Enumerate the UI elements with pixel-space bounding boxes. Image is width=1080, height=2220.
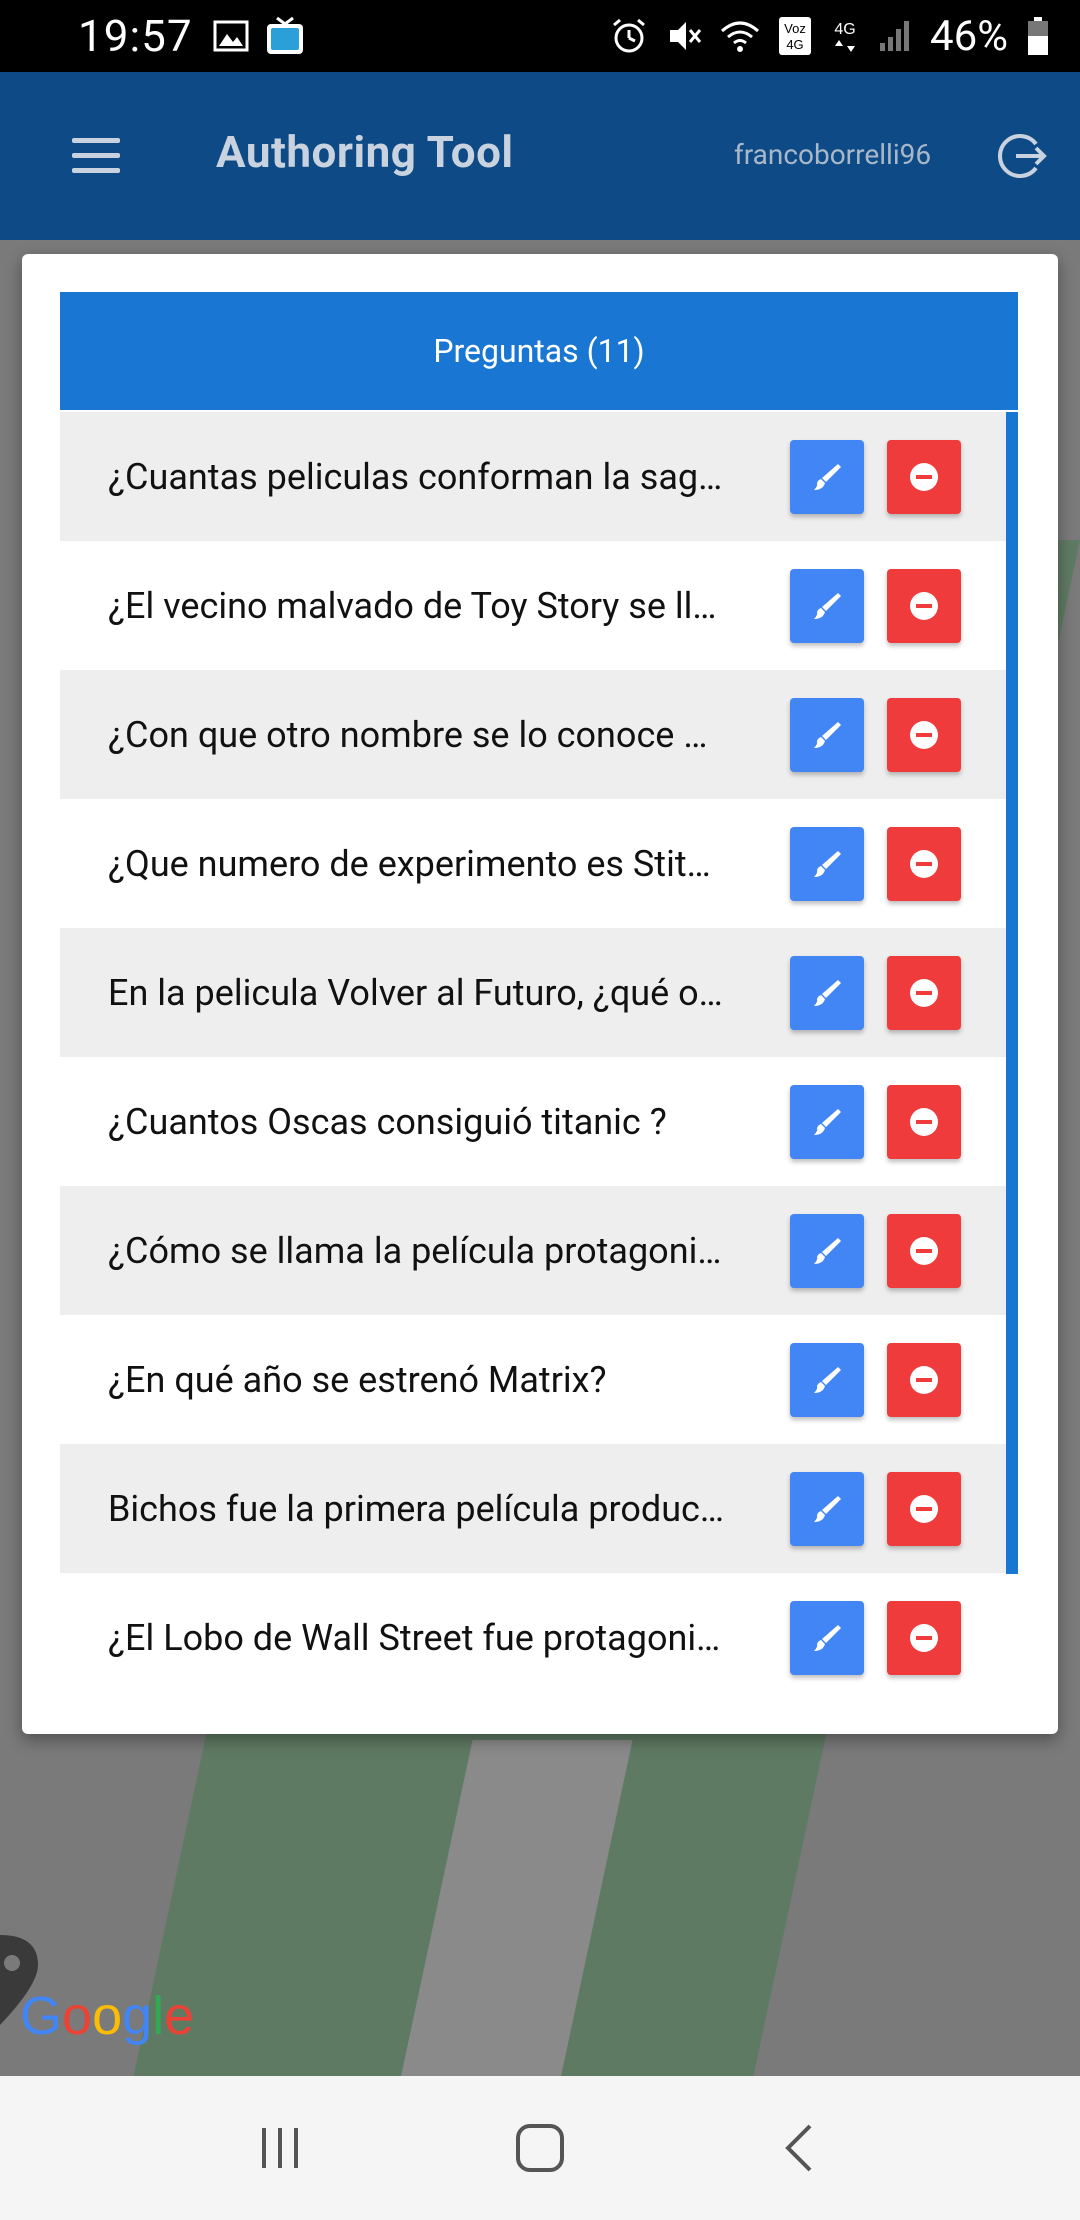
question-row[interactable]: ¿El Lobo de Wall Street fue protagoni… <box>60 1573 1006 1702</box>
question-text: En la pelicula Volver al Futuro, ¿qué o… <box>108 971 723 1014</box>
question-row[interactable]: ¿Cuantos Oscas consiguió titanic ? <box>60 1057 1006 1186</box>
delete-question-button[interactable] <box>887 1471 961 1546</box>
tv-app-icon <box>266 16 303 54</box>
app-bar: Authoring Tool francoborrelli96 <box>0 72 1080 240</box>
question-text: ¿En qué año se estrenó Matrix? <box>108 1358 607 1401</box>
google-logo: Google <box>20 1986 195 2046</box>
remove-circle-icon <box>910 1494 938 1523</box>
delete-question-button[interactable] <box>887 826 961 901</box>
brush-icon <box>814 463 841 490</box>
edit-question-button[interactable] <box>790 1342 864 1417</box>
battery-percent: 46% <box>930 11 1008 61</box>
app-title: Authoring Tool <box>216 126 514 178</box>
remove-circle-icon <box>910 720 938 749</box>
question-text: ¿Cómo se llama la película protagoni… <box>108 1229 722 1272</box>
volte-icon: Voz 4G <box>779 17 812 55</box>
question-row[interactable]: ¿En qué año se estrenó Matrix? <box>60 1315 1006 1444</box>
delete-question-button[interactable] <box>887 1084 961 1159</box>
delete-question-button[interactable] <box>887 568 961 643</box>
remove-circle-icon <box>910 1107 938 1136</box>
remove-circle-icon <box>910 1623 938 1652</box>
question-row[interactable]: ¿El vecino malvado de Toy Story se ll… <box>60 541 1006 670</box>
question-text: Bichos fue la primera película produc… <box>108 1487 724 1530</box>
status-bar: 19:57 Voz 4G 4G 46% <box>0 0 1080 72</box>
menu-icon[interactable] <box>72 138 120 174</box>
question-row[interactable]: En la pelicula Volver al Futuro, ¿qué o… <box>60 928 1006 1057</box>
delete-question-button[interactable] <box>887 1342 961 1417</box>
remove-circle-icon <box>910 462 938 491</box>
question-text: ¿Que numero de experimento es Stit… <box>108 842 711 885</box>
question-row[interactable]: ¿Cómo se llama la película protagoni… <box>60 1186 1006 1315</box>
edit-question-button[interactable] <box>790 826 864 901</box>
svg-text:4G: 4G <box>834 21 855 38</box>
delete-question-button[interactable] <box>887 1213 961 1288</box>
brush-icon <box>814 721 841 748</box>
logout-icon[interactable] <box>996 130 1048 182</box>
question-row[interactable]: ¿Cuantas peliculas conforman la sag… <box>60 412 1006 541</box>
edit-question-button[interactable] <box>790 1600 864 1675</box>
edit-question-button[interactable] <box>790 568 864 643</box>
edit-question-button[interactable] <box>790 439 864 514</box>
edit-question-button[interactable] <box>790 1084 864 1159</box>
brush-icon <box>814 1366 841 1393</box>
wifi-icon <box>721 21 760 52</box>
edit-question-button[interactable] <box>790 1471 864 1546</box>
brush-icon <box>814 1624 841 1651</box>
signal-icon <box>880 21 910 51</box>
recent-apps-button[interactable] <box>245 2113 315 2183</box>
brush-icon <box>814 1237 841 1264</box>
remove-circle-icon <box>910 1365 938 1394</box>
delete-question-button[interactable] <box>887 1600 961 1675</box>
question-row[interactable]: ¿Con que otro nombre se lo conoce … <box>60 670 1006 799</box>
brush-icon <box>814 1495 841 1522</box>
4g-icon: 4G <box>834 21 856 52</box>
home-button[interactable] <box>505 2113 575 2183</box>
delete-question-button[interactable] <box>887 955 961 1030</box>
delete-question-button[interactable] <box>887 697 961 772</box>
list-scrollbar[interactable] <box>1006 412 1018 1574</box>
recent-apps-icon <box>262 2128 298 2168</box>
question-text: ¿Cuantas peliculas conforman la sag… <box>108 455 723 498</box>
svg-text:4G: 4G <box>786 37 803 52</box>
battery-icon <box>1028 17 1048 55</box>
status-time: 19:57 <box>78 10 193 62</box>
edit-question-button[interactable] <box>790 697 864 772</box>
question-text: ¿Cuantos Oscas consiguió titanic ? <box>108 1100 667 1143</box>
questions-list: ¿Cuantas peliculas conforman la sag… ¿El … <box>60 412 1006 1702</box>
question-text: ¿Con que otro nombre se lo conoce … <box>108 713 708 756</box>
back-icon <box>785 2124 812 2172</box>
alarm-icon <box>613 18 645 53</box>
question-text: ¿El vecino malvado de Toy Story se ll… <box>108 584 717 627</box>
question-row[interactable]: ¿Que numero de experimento es Stit… <box>60 799 1006 928</box>
question-text: ¿El Lobo de Wall Street fue protagoni… <box>108 1616 721 1659</box>
navigation-bar <box>0 2076 1080 2220</box>
edit-question-button[interactable] <box>790 955 864 1030</box>
edit-question-button[interactable] <box>790 1213 864 1288</box>
brush-icon <box>814 979 841 1006</box>
questions-header: Preguntas (11) <box>60 292 1018 410</box>
brush-icon <box>814 1108 841 1135</box>
remove-circle-icon <box>910 849 938 878</box>
remove-circle-icon <box>910 978 938 1007</box>
delete-question-button[interactable] <box>887 439 961 514</box>
home-icon <box>516 2124 564 2172</box>
svg-text:Voz: Voz <box>784 21 806 36</box>
brush-icon <box>814 592 841 619</box>
remove-circle-icon <box>910 591 938 620</box>
question-row[interactable]: Bichos fue la primera película produc… <box>60 1444 1006 1573</box>
image-icon <box>213 20 249 52</box>
brush-icon <box>814 850 841 877</box>
username-label: francoborrelli96 <box>734 138 932 171</box>
back-button[interactable] <box>765 2113 835 2183</box>
remove-circle-icon <box>910 1236 938 1265</box>
mute-icon <box>670 22 702 50</box>
